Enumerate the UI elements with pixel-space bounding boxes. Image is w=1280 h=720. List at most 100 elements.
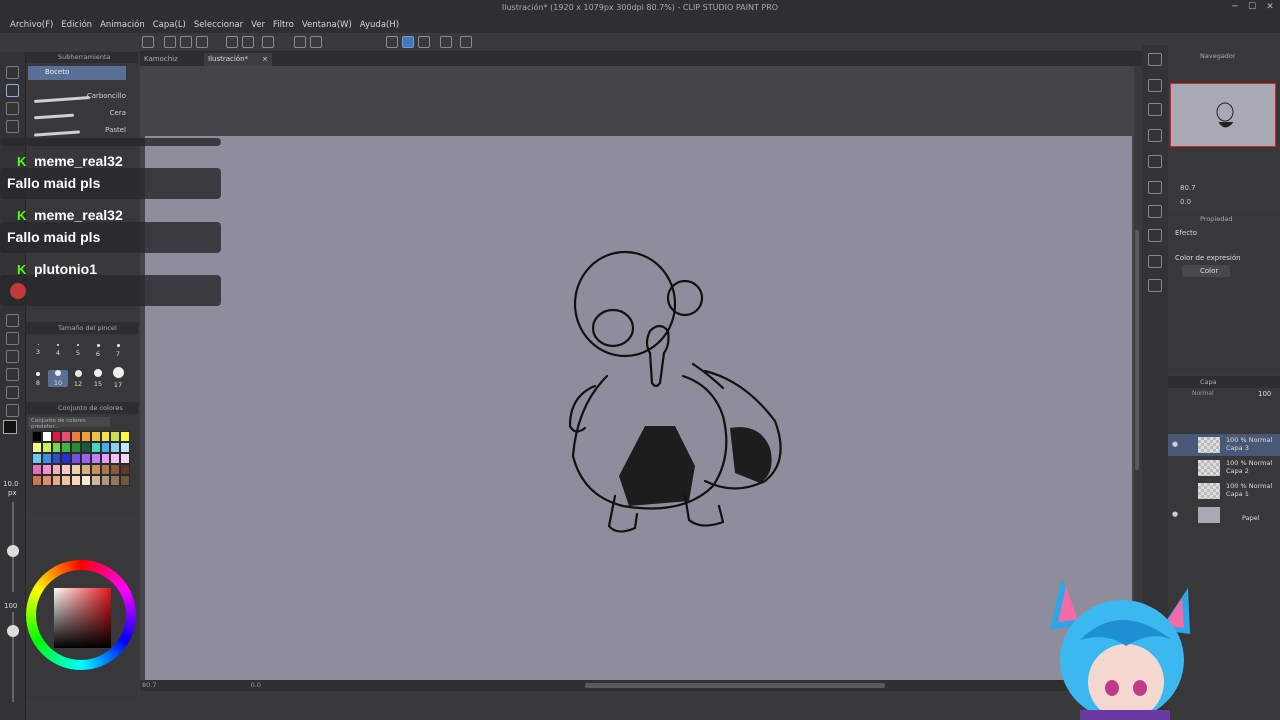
color-swatch[interactable]	[71, 475, 81, 486]
color-swatch[interactable]	[32, 431, 42, 442]
color-swatch[interactable]	[61, 442, 72, 453]
fill-icon[interactable]	[294, 36, 306, 48]
menu-seleccionar[interactable]: Seleccionar	[190, 17, 247, 33]
color-swatch[interactable]	[100, 431, 111, 442]
help-icon[interactable]	[460, 36, 472, 48]
color-swatch[interactable]	[61, 453, 72, 464]
color-swatch[interactable]	[41, 442, 52, 453]
layer-row[interactable]: 100 % Normal Capa 1	[1168, 480, 1280, 502]
menu-ventana[interactable]: Ventana(W)	[298, 17, 356, 33]
color-swatch[interactable]	[51, 442, 62, 453]
size-preset[interactable]: 8	[28, 372, 48, 387]
color-swatch[interactable]	[32, 442, 42, 453]
horizontal-scrollbar[interactable]	[585, 683, 885, 688]
home-icon[interactable]	[142, 36, 154, 48]
color-swatch[interactable]	[71, 464, 81, 475]
size-preset[interactable]: 12	[68, 370, 88, 388]
select-icon[interactable]	[6, 350, 19, 363]
pen-icon[interactable]	[6, 66, 19, 79]
save-icon[interactable]	[196, 36, 208, 48]
expression-color-dropdown[interactable]: Color	[1182, 265, 1230, 277]
lasso-icon[interactable]	[6, 332, 19, 345]
snap-grid-icon[interactable]	[418, 36, 430, 48]
tab-kamochiz[interactable]: Kamochiz	[140, 53, 200, 66]
layer-row-paper[interactable]: ● Papel	[1168, 504, 1280, 526]
saturation-value-square[interactable]	[54, 588, 111, 648]
size-preset[interactable]: 6	[88, 344, 108, 358]
main-color-swatch[interactable]	[3, 420, 17, 434]
brush-item-carboncillo[interactable]: Carboncillo	[32, 92, 126, 106]
vertical-scrollbar[interactable]	[1135, 230, 1139, 470]
navigator-rotation[interactable]: 0.0	[1180, 198, 1191, 206]
panel-icon[interactable]	[1148, 229, 1162, 242]
hand-icon[interactable]	[6, 386, 19, 399]
loading-icon[interactable]	[262, 36, 274, 48]
layer-opacity[interactable]: 100	[1258, 390, 1271, 398]
color-swatch[interactable]	[51, 475, 62, 486]
color-swatch[interactable]	[110, 442, 121, 453]
minimize-button[interactable]: ─	[1228, 2, 1242, 14]
color-swatch[interactable]	[71, 442, 81, 453]
color-swatch[interactable]	[120, 442, 130, 453]
navigator-thumbnail[interactable]	[1170, 83, 1276, 147]
blend-mode-dropdown[interactable]: Normal	[1192, 390, 1214, 397]
color-swatch[interactable]	[110, 475, 121, 486]
menu-edicion[interactable]: Edición	[57, 17, 96, 33]
tab-close-icon[interactable]: ×	[262, 55, 268, 63]
color-swatch[interactable]	[90, 453, 101, 464]
redo-icon[interactable]	[242, 36, 254, 48]
color-swatch[interactable]	[32, 453, 42, 464]
color-swatch[interactable]	[120, 453, 130, 464]
layer-row[interactable]: 100 % Normal Capa 2	[1168, 457, 1280, 479]
color-swatch[interactable]	[41, 475, 52, 486]
new-file-icon[interactable]	[164, 36, 176, 48]
panel-icon[interactable]	[1148, 279, 1162, 292]
color-swatch[interactable]	[51, 464, 62, 475]
panel-icon[interactable]	[1148, 103, 1162, 116]
color-swatch[interactable]	[110, 431, 121, 442]
color-swatch[interactable]	[100, 464, 111, 475]
color-swatch[interactable]	[80, 431, 91, 442]
menu-capa[interactable]: Capa(L)	[149, 17, 190, 33]
size-preset[interactable]: 4	[48, 344, 68, 357]
color-swatch[interactable]	[120, 431, 130, 442]
color-swatch[interactable]	[120, 475, 130, 486]
brush-item-cera[interactable]: Cera	[32, 109, 126, 123]
panel-icon[interactable]	[1148, 205, 1162, 218]
color-swatch[interactable]	[51, 431, 62, 442]
eyedropper-icon[interactable]	[6, 404, 19, 417]
menu-filtro[interactable]: Filtro	[269, 17, 298, 33]
layer-row[interactable]: ● 100 % Normal Capa 3	[1168, 434, 1280, 456]
snap-ruler-icon[interactable]	[386, 36, 398, 48]
size-preset[interactable]: 7	[108, 344, 128, 358]
color-swatch[interactable]	[80, 464, 91, 475]
status-angle[interactable]: 0.0	[251, 681, 261, 689]
color-swatch[interactable]	[32, 464, 42, 475]
pencil-icon[interactable]	[6, 84, 19, 97]
color-swatch[interactable]	[71, 453, 81, 464]
color-swatch[interactable]	[71, 431, 81, 442]
size-preset-selected[interactable]: 10	[48, 370, 68, 387]
eraser-icon[interactable]	[6, 120, 19, 133]
drawing-paper[interactable]	[145, 136, 1132, 680]
open-file-icon[interactable]	[180, 36, 192, 48]
close-panel-icon[interactable]	[1148, 129, 1162, 142]
size-preset[interactable]: 5	[68, 344, 88, 357]
color-swatch[interactable]	[110, 464, 121, 475]
size-preset[interactable]: 15	[88, 369, 108, 388]
search-icon[interactable]	[1148, 53, 1162, 66]
menu-archivo[interactable]: Archivo(F)	[6, 17, 57, 33]
color-swatch[interactable]	[90, 442, 101, 453]
menu-ver[interactable]: Ver	[247, 17, 269, 33]
color-swatch[interactable]	[120, 464, 130, 475]
eye-icon[interactable]: ●	[1172, 440, 1180, 448]
color-swatch[interactable]	[80, 442, 91, 453]
menu-animacion[interactable]: Animación	[96, 17, 149, 33]
size-preset[interactable]: 17	[108, 367, 128, 389]
tab-ilustracion[interactable]: Ilustración* ×	[204, 53, 272, 66]
color-swatch[interactable]	[90, 475, 101, 486]
status-zoom[interactable]: 80.7	[142, 681, 156, 689]
color-swatch[interactable]	[100, 475, 111, 486]
panel-icon[interactable]	[1148, 181, 1162, 194]
color-swatch[interactable]	[41, 464, 52, 475]
